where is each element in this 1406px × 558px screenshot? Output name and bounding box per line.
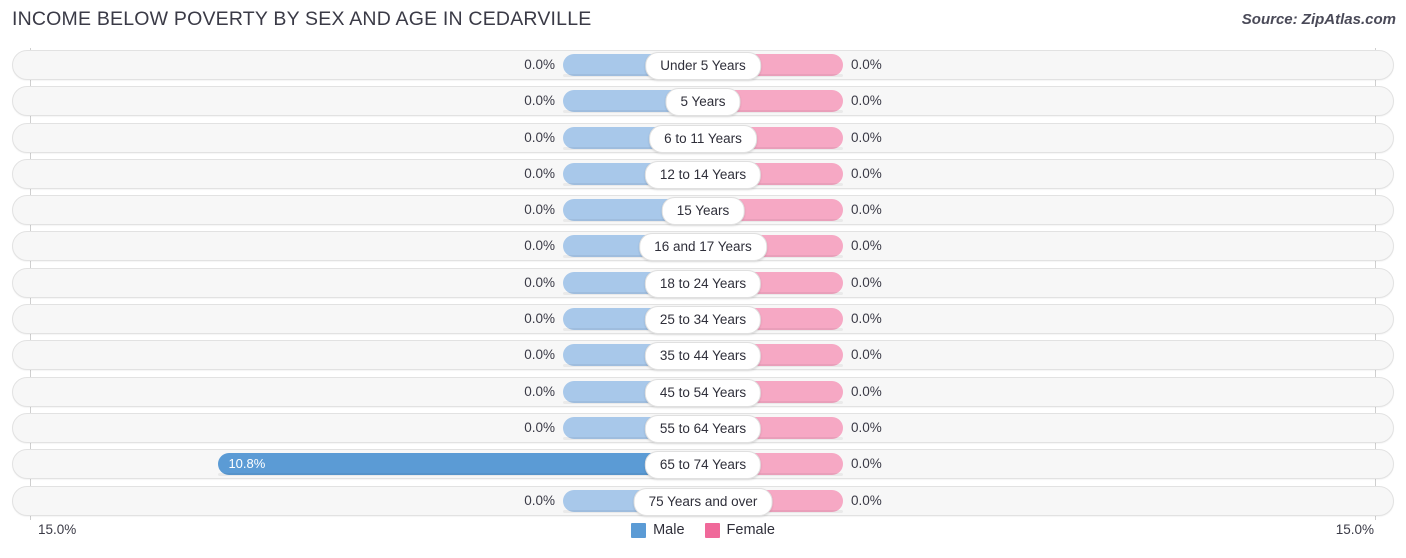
male-value-label: 0.0% (524, 57, 555, 72)
female-value-label: 0.0% (851, 383, 882, 399)
female-value-label: 0.0% (851, 202, 882, 218)
female-value-label: 0.0% (851, 129, 882, 145)
chart-row: 0.0% 0.0% Under 5 Years (0, 50, 1406, 80)
male-bar: 10.8% (218, 453, 703, 477)
female-value-label: 0.0% (851, 238, 882, 254)
category-label-pill: 55 to 64 Years (644, 414, 762, 443)
chart-row: 0.0% 0.0% 55 to 64 Years (0, 412, 1406, 443)
legend-label: Female (726, 522, 775, 538)
chart-row: 0.0% 0.0% 16 and 17 Years (0, 231, 1406, 262)
female-value-label: 0.0% (851, 419, 882, 435)
category-label-pill: 15 Years (661, 197, 745, 226)
source-attribution: Source: ZipAtlas.com (1241, 11, 1396, 28)
legend-swatch-icon (704, 522, 720, 538)
male-value-label: 0.0% (524, 274, 555, 290)
category-label-pill: 6 to 11 Years (649, 124, 757, 153)
category-label-pill: 12 to 14 Years (644, 160, 762, 189)
male-value-label: 0.0% (524, 383, 555, 399)
male-value-label: 10.8% (228, 456, 266, 472)
female-value-label: 0.0% (851, 311, 882, 327)
chart-row: 0.0% 0.0% 35 to 44 Years (0, 340, 1406, 371)
legend-item[interactable]: Male (631, 522, 685, 538)
chart-header: INCOME BELOW POVERTY BY SEX AND AGE IN C… (0, 0, 1406, 40)
chart-row: 0.0% 0.0% 5 Years (0, 86, 1406, 117)
chart-rows: 0.0% 0.0% Under 5 Years 0.0% 0.0% 5 Years 0.0%… (0, 50, 1406, 522)
female-value-label: 0.0% (851, 165, 882, 181)
female-value-label: 0.0% (851, 57, 882, 72)
category-label-pill: 65 to 74 Years (644, 451, 762, 480)
page-title: INCOME BELOW POVERTY BY SEX AND AGE IN C… (12, 8, 592, 30)
male-value-label: 0.0% (524, 492, 555, 508)
chart-row: 0.0% 0.0% 18 to 24 Years (0, 267, 1406, 298)
category-label-pill: 45 to 54 Years (644, 378, 762, 407)
category-label-pill: 5 Years (665, 88, 741, 117)
category-label-pill: 18 to 24 Years (644, 269, 762, 298)
chart-row: 0.0% 0.0% 75 Years and over (0, 485, 1406, 516)
male-value-label: 0.0% (524, 202, 555, 218)
legend-item[interactable]: Female (704, 522, 775, 538)
chart-legend: Male Female (0, 522, 1406, 538)
category-label-pill: 75 Years and over (633, 487, 773, 516)
male-value-label: 0.0% (524, 93, 555, 109)
male-value-label: 0.0% (524, 311, 555, 327)
female-value-label: 0.0% (851, 93, 882, 109)
chart-footer: 15.0% 15.0% Male Female (0, 518, 1406, 558)
male-value-label: 0.0% (524, 347, 555, 363)
female-value-label: 0.0% (851, 274, 882, 290)
legend-swatch-icon (631, 522, 647, 538)
female-value-label: 0.0% (851, 456, 882, 472)
category-label-pill: Under 5 Years (645, 52, 761, 80)
male-value-label: 0.0% (524, 129, 555, 145)
male-value-label: 0.0% (524, 419, 555, 435)
female-value-label: 0.0% (851, 347, 882, 363)
chart-plot-area: 0.0% 0.0% Under 5 Years 0.0% 0.0% 5 Years 0.0%… (0, 44, 1406, 520)
category-label-pill: 16 and 17 Years (639, 233, 767, 262)
chart-row: 0.0% 0.0% 25 to 34 Years (0, 304, 1406, 335)
chart-row: 0.0% 0.0% 45 to 54 Years (0, 376, 1406, 407)
category-label-pill: 35 to 44 Years (644, 342, 762, 371)
male-value-label: 0.0% (524, 165, 555, 181)
chart-row: 0.0% 0.0% 15 Years (0, 195, 1406, 226)
male-value-label: 0.0% (524, 238, 555, 254)
female-value-label: 0.0% (851, 492, 882, 508)
chart-row: 0.0% 0.0% 12 to 14 Years (0, 158, 1406, 189)
legend-label: Male (653, 522, 685, 538)
category-label-pill: 25 to 34 Years (644, 306, 762, 335)
chart-row: 0.0% 0.0% 6 to 11 Years (0, 122, 1406, 153)
chart-row: 10.8% 0.0% 65 to 74 Years (0, 449, 1406, 480)
